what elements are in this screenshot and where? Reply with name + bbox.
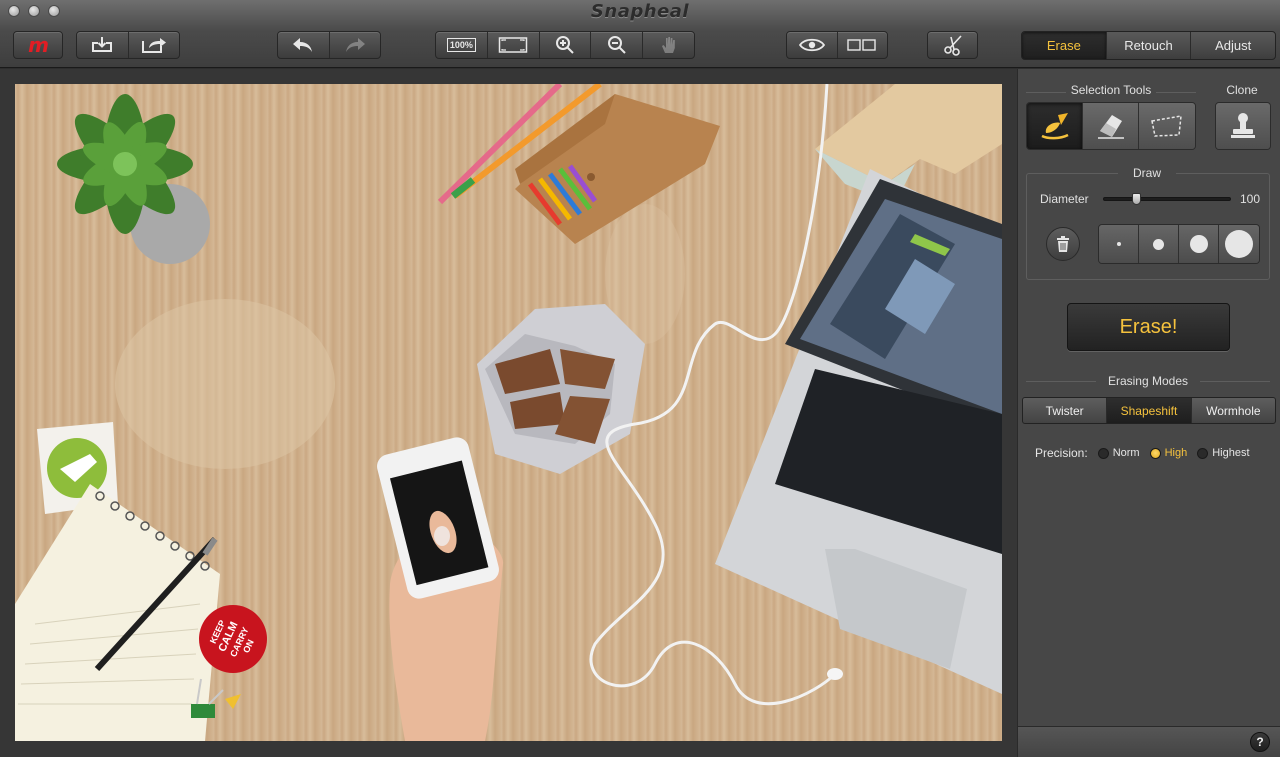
divider <box>1026 92 1066 93</box>
dot-icon <box>1116 242 1121 246</box>
tab-adjust[interactable]: Adjust <box>1191 32 1275 59</box>
hand-icon <box>661 37 675 53</box>
crop-button[interactable] <box>927 31 978 59</box>
fit-to-window-button[interactable] <box>488 32 540 58</box>
precision-high-label: High <box>1164 447 1188 459</box>
share-icon <box>141 38 166 53</box>
diameter-slider[interactable] <box>1103 197 1231 201</box>
clear-selection-button[interactable] <box>1046 227 1080 261</box>
mode-tabs: Erase Retouch Adjust <box>1021 31 1276 60</box>
radio-icon <box>1149 447 1161 459</box>
desk-photo: KEEP CALM CARRY ON <box>15 84 1002 741</box>
macphun-logo-icon: m <box>28 33 49 57</box>
app-title: Snapheal <box>590 1 690 22</box>
lasso-tool-button[interactable] <box>1139 103 1195 149</box>
brush-size-large[interactable] <box>1179 225 1219 263</box>
brush-size-xlarge[interactable] <box>1219 225 1259 263</box>
fit-screen-icon <box>498 37 528 53</box>
radio-icon <box>1097 447 1109 459</box>
diameter-label: Diameter <box>1040 192 1089 206</box>
brush-tool-button[interactable] <box>1027 103 1083 149</box>
clone-stamp-button[interactable] <box>1216 103 1270 149</box>
undo-icon <box>293 38 313 52</box>
view-button-group: 100% <box>435 31 695 59</box>
precision-control: Precision: Norm High Highest <box>1035 446 1250 460</box>
brush-size-small[interactable] <box>1099 225 1139 263</box>
mode-shapeshift[interactable]: Shapeshift <box>1107 398 1192 423</box>
redo-button[interactable] <box>330 32 381 58</box>
mode-twister[interactable]: Twister <box>1023 398 1108 423</box>
diameter-value: 100 <box>1239 192 1260 206</box>
zoom-in-button[interactable] <box>540 32 592 58</box>
brush-size-medium[interactable] <box>1139 225 1179 263</box>
laptop <box>715 169 1002 694</box>
divider <box>1156 92 1196 93</box>
selection-tools-group <box>1026 102 1196 150</box>
divider <box>1200 381 1270 382</box>
brush-icon <box>1040 113 1069 140</box>
clone-tool-group <box>1215 102 1271 150</box>
erasing-modes-label: Erasing Modes <box>1107 374 1189 388</box>
precision-label: Precision: <box>1035 446 1088 460</box>
tab-erase[interactable]: Erase <box>1022 32 1107 59</box>
macphun-logo-button[interactable]: m <box>13 31 63 59</box>
history-button-group <box>277 31 381 59</box>
notebook <box>15 484 220 741</box>
file-button-group <box>76 31 180 59</box>
lasso-icon <box>1151 115 1182 137</box>
erasing-mode-selector: Twister Shapeshift Wormhole <box>1022 397 1276 424</box>
dot-icon <box>1225 230 1253 258</box>
precision-norm-label: Norm <box>1112 447 1140 459</box>
hand-with-phone <box>377 437 504 741</box>
split-view-button[interactable] <box>838 32 888 58</box>
precision-highest-radio[interactable]: Highest <box>1197 447 1250 459</box>
preview-original-button[interactable] <box>787 32 838 58</box>
redo-icon <box>345 38 365 52</box>
keep-calm-button: KEEP CALM CARRY ON <box>199 605 267 673</box>
app-window: Snapheal m 100% Erase Retouch Adjust KEE… <box>0 0 1280 757</box>
precision-norm-radio[interactable]: Norm <box>1097 447 1140 459</box>
actual-size-label: 100% <box>449 40 473 50</box>
plant <box>57 94 210 264</box>
selection-tools-label: Selection Tools <box>1070 83 1152 97</box>
zoom-out-button[interactable] <box>591 32 644 58</box>
divider <box>1026 381 1096 382</box>
eye-icon <box>798 38 825 52</box>
hand-tool-button[interactable] <box>643 32 694 58</box>
image-canvas[interactable]: KEEP CALM CARRY ON <box>15 84 1002 741</box>
compare-button-group <box>786 31 888 59</box>
trash-icon <box>1057 236 1069 252</box>
canvas-area: KEEP CALM CARRY ON <box>0 69 1017 757</box>
radio-icon <box>1197 447 1209 459</box>
toolbar: Snapheal m 100% Erase Retouch Adjust <box>0 0 1280 68</box>
pencil-case <box>515 94 720 244</box>
draw-label: Draw <box>1118 166 1176 180</box>
actual-size-button[interactable]: 100% <box>436 32 488 58</box>
split-view-icon <box>847 39 876 51</box>
precision-highest-label: Highest <box>1212 447 1250 459</box>
scissors-icon <box>943 35 962 56</box>
actual-size-icon: 100% <box>446 38 476 52</box>
zoom-out-icon <box>607 36 626 54</box>
import-tray-icon <box>92 37 113 52</box>
stamp-icon <box>1231 113 1255 138</box>
dot-icon <box>1189 235 1208 253</box>
diameter-slider-knob[interactable] <box>1132 193 1142 205</box>
tab-retouch[interactable]: Retouch <box>1107 32 1192 59</box>
brush-size-presets <box>1098 224 1260 264</box>
precision-high-radio[interactable]: High <box>1149 447 1188 459</box>
undo-button[interactable] <box>278 32 330 58</box>
clone-label: Clone <box>1226 83 1258 97</box>
mode-wormhole[interactable]: Wormhole <box>1192 398 1275 423</box>
zoom-in-icon <box>555 36 574 54</box>
help-button[interactable]: ? <box>1250 732 1270 752</box>
eraser-icon <box>1097 115 1124 139</box>
eraser-tool-button[interactable] <box>1083 103 1139 149</box>
panel-footer: ? <box>1017 726 1280 757</box>
erase-button[interactable]: Erase! <box>1067 303 1230 351</box>
share-button[interactable] <box>129 32 180 58</box>
open-image-button[interactable] <box>77 32 129 58</box>
chocolate <box>477 304 645 474</box>
dot-icon <box>1153 238 1164 250</box>
